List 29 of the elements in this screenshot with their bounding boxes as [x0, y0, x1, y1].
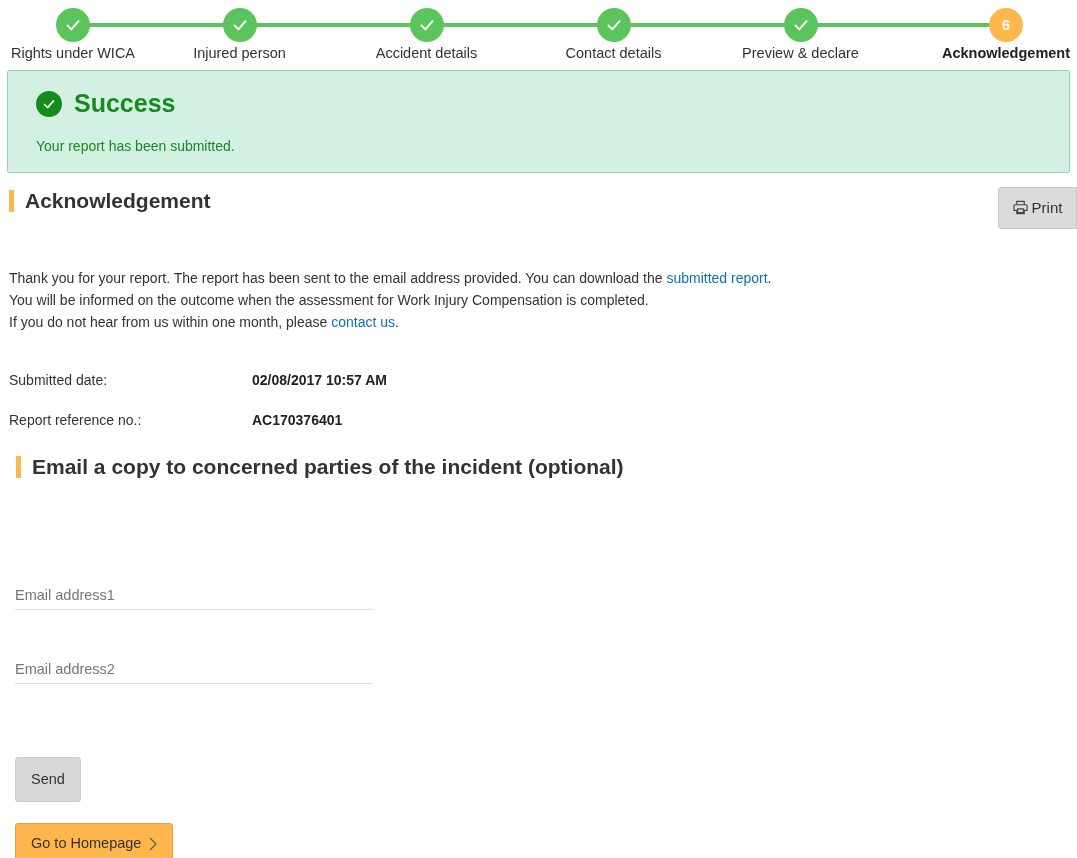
info-sentence: You will be informed on the outcome when the assessment for Work Injury Compensation is completed. [9, 290, 650, 310]
send-button[interactable]: Send [15, 757, 81, 803]
text-link[interactable]: submitted report [666, 269, 768, 286]
step-label: Contact details [565, 44, 662, 63]
detail-label: Report reference no.: [9, 410, 143, 430]
chevron-right-icon [149, 837, 158, 852]
alert-title: Success [74, 87, 176, 119]
heading-accent-bar [9, 189, 14, 212]
info-sentence: Thank you for your report. The report has been sent to the email address provided. You can download the submitted report. [9, 268, 773, 288]
text-link[interactable]: contact us [331, 313, 395, 330]
email-field[interactable]: Email address2 [15, 654, 373, 685]
printer-icon [1012, 200, 1028, 216]
print-button[interactable]: Print [998, 186, 1077, 229]
section-heading: Acknowledgement [25, 188, 211, 214]
alert-message: Your report has been submitted. [36, 137, 236, 157]
detail-value: 02/08/2017 10:57 AM [252, 370, 387, 390]
detail-label: Submitted date: [9, 370, 109, 390]
step-label: Rights under WICA [10, 44, 136, 63]
step-label: Preview & declare [742, 44, 859, 63]
step-label: Accident details [375, 44, 478, 63]
email-field[interactable]: Email address1 [15, 580, 373, 611]
step-label: Injured person [193, 44, 286, 63]
heading-accent-bar [16, 455, 21, 478]
info-sentence: If you do not hear from us within one month, please contact us. [9, 312, 400, 332]
step-number: 6 [989, 8, 1023, 42]
step-label: Acknowledgement [941, 44, 1071, 63]
homepage-button[interactable]: Go to Homepage [15, 823, 174, 858]
detail-value: AC170376401 [252, 410, 343, 430]
section-heading: Email a copy to concerned parties of the incident (optional) [32, 453, 624, 480]
